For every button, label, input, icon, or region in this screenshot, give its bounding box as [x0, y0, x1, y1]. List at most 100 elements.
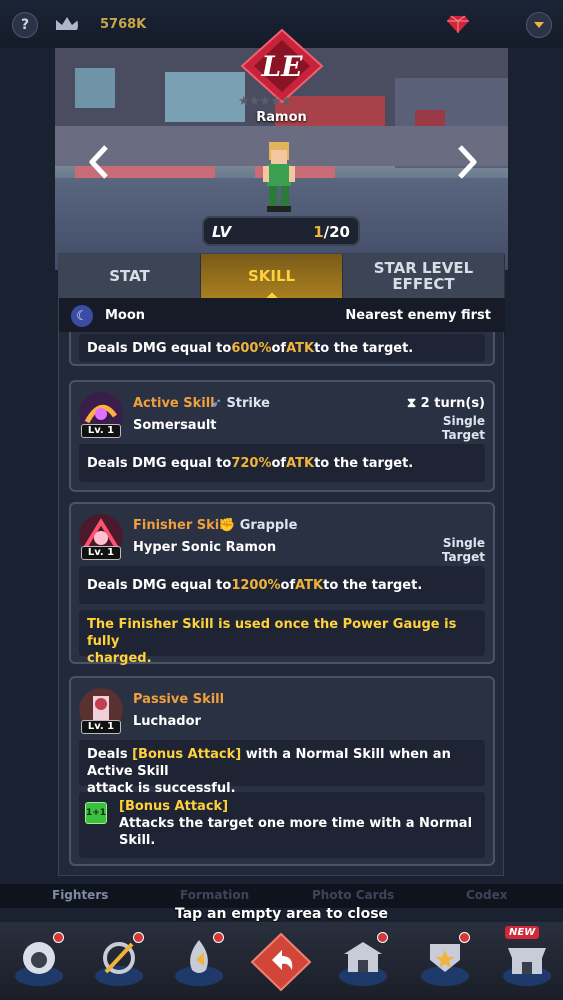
chevron-down-icon — [534, 22, 544, 28]
dropdown-button[interactable] — [526, 12, 552, 38]
skill-type: Active Skill — [133, 396, 215, 411]
next-hero-arrow[interactable] — [456, 145, 478, 179]
grapple-icon: ✊ — [219, 518, 236, 533]
skill-type: Passive Skill — [133, 692, 225, 707]
bottom-tab-bar: Fighters Formation Photo Cards Codex — [0, 884, 563, 908]
hourglass-icon: ⧗ — [407, 396, 417, 411]
detail-panel: STAT SKILL STAR LEVEL EFFECT ☾ Moon Near… — [58, 253, 505, 877]
nav-back-button[interactable] — [248, 930, 314, 994]
rarity-emblem: LE — [240, 28, 324, 104]
bonus-title: [Bonus Attack] — [119, 799, 229, 814]
range-line: Target — [441, 550, 485, 564]
nav-dojo-button[interactable] — [330, 930, 396, 994]
bonus-attack-icon: 1+1 — [85, 802, 107, 824]
nav-shop-button[interactable] — [494, 930, 560, 994]
currency-value: 5768K — [100, 17, 147, 32]
back-arrow-icon — [250, 932, 312, 992]
level-max: /20 — [323, 223, 350, 241]
finisher-note: The Finisher Skill is used once the Powe… — [79, 610, 485, 666]
desc-text: to the target. — [323, 577, 423, 593]
bonus-line: Skill. — [119, 833, 156, 848]
desc-bonus-keyword: [Bonus Attack] — [132, 747, 242, 762]
desc-stat: ATK — [286, 455, 315, 471]
desc-stat: ATK — [286, 340, 315, 356]
desc-text: of — [271, 455, 287, 471]
target-range: Single Target — [442, 536, 485, 564]
level-current: 1 — [313, 223, 324, 241]
star-rating: ★★★★★ — [238, 94, 292, 109]
desc-text: Deals — [87, 747, 133, 762]
skill-attribute: ➶ Strike — [211, 396, 270, 411]
strike-icon: ➶ — [211, 396, 222, 411]
note-line: The Finisher Skill is used once the Powe… — [87, 617, 457, 649]
bottom-tab-photo-cards[interactable]: Photo Cards — [312, 888, 394, 902]
nav-medal-button[interactable] — [412, 930, 478, 994]
skill-list[interactable]: Deals DMG equal to 600% of ATK to the ta… — [59, 332, 505, 877]
skill-level-tag: Lv. 1 — [81, 720, 121, 734]
skill-name: Somersault — [133, 418, 217, 433]
info-bar: ☾ Moon Nearest enemy first — [59, 298, 505, 332]
moon-icon: ☾ — [71, 305, 93, 327]
ruby-icon — [447, 15, 469, 33]
skill-attribute: ✊ Grapple — [219, 518, 297, 533]
prev-hero-arrow[interactable] — [88, 145, 110, 179]
desc-stat: ATK — [295, 577, 324, 593]
range-line: Single — [442, 536, 485, 550]
desc-text: Deals DMG equal to — [87, 455, 232, 471]
bottom-tab-fighters[interactable]: Fighters — [52, 888, 108, 902]
nav-upgrade-button[interactable] — [166, 930, 232, 994]
bottom-tab-codex[interactable]: Codex — [466, 888, 508, 902]
tab-stat[interactable]: STAT — [59, 254, 201, 298]
nav-equipment-button[interactable] — [86, 930, 152, 994]
desc-text: of — [280, 577, 296, 593]
skill-level-tag: Lv. 1 — [81, 424, 121, 438]
bonus-line: Attacks the target one more time with a … — [119, 816, 473, 831]
bottom-tab-formation[interactable]: Formation — [180, 888, 249, 902]
skill-type: Finisher Skill — [133, 518, 229, 533]
desc-percent: 600% — [231, 340, 272, 356]
skill-attribute-label: Grapple — [239, 518, 298, 533]
skill-name: Hyper Sonic Ramon — [133, 540, 277, 555]
desc-text: to the target. — [314, 340, 414, 356]
skill-attribute-label: Strike — [226, 396, 270, 411]
level-label: LV — [212, 223, 232, 241]
new-badge: NEW — [505, 926, 540, 939]
question-icon: ? — [20, 17, 30, 33]
level-box: LV 1/20 — [202, 216, 360, 246]
cooldown-turns: ⧗ 2 turn(s) — [407, 396, 485, 411]
level-value: 1/20 — [313, 223, 350, 241]
tab-star-level-effect[interactable]: STAR LEVEL EFFECT — [343, 254, 505, 298]
desc-text: of — [271, 340, 287, 356]
tab-bar: STAT SKILL STAR LEVEL EFFECT — [59, 254, 505, 298]
bonus-attack-box: 1+1 [Bonus Attack] Attacks the target on… — [79, 792, 485, 858]
tab-skill[interactable]: SKILL — [201, 254, 343, 298]
turns-label: 2 turn(s) — [420, 396, 485, 411]
skill-description: Deals [Bonus Attack] with a Normal Skill… — [79, 740, 485, 796]
nav-fighters-button[interactable] — [6, 930, 72, 994]
emblem-text: LE — [260, 50, 303, 83]
shop-icon — [503, 948, 551, 986]
range-line: Single — [442, 414, 485, 428]
skill-description: Deals DMG equal to 720% of ATK to the ta… — [79, 444, 485, 482]
crown-icon[interactable] — [52, 12, 78, 38]
note-line: charged. — [87, 651, 152, 666]
targeting-label: Nearest enemy first — [345, 308, 491, 323]
desc-text: to the target. — [314, 455, 414, 471]
skill-card-active: Lv. 1 Active Skill ➶ Strike Somersault ⧗… — [69, 380, 495, 492]
desc-text: Deals DMG equal to — [87, 340, 232, 356]
element-label: Moon — [105, 308, 146, 323]
hero-name: Ramon — [256, 110, 307, 125]
skill-description: Deals DMG equal to 600% of ATK to the ta… — [79, 334, 485, 362]
desc-line: Deals [Bonus Attack] with a Normal Skill… — [87, 746, 477, 780]
bottom-nav — [0, 922, 563, 1000]
skill-name: Luchador — [133, 714, 201, 729]
skill-level-tag: Lv. 1 — [81, 546, 121, 560]
skill-card-passive: Lv. 1 Passive Skill Luchador Deals [Bonu… — [69, 676, 495, 866]
target-range: Single Target — [442, 414, 485, 442]
hero-sprite — [263, 142, 295, 212]
help-button[interactable]: ? — [12, 12, 38, 38]
desc-percent: 1200% — [231, 577, 281, 593]
skill-card-partial: Deals DMG equal to 600% of ATK to the ta… — [69, 332, 495, 366]
close-hint: Tap an empty area to close — [174, 906, 389, 922]
skill-description: Deals DMG equal to 1200% of ATK to the t… — [79, 566, 485, 604]
